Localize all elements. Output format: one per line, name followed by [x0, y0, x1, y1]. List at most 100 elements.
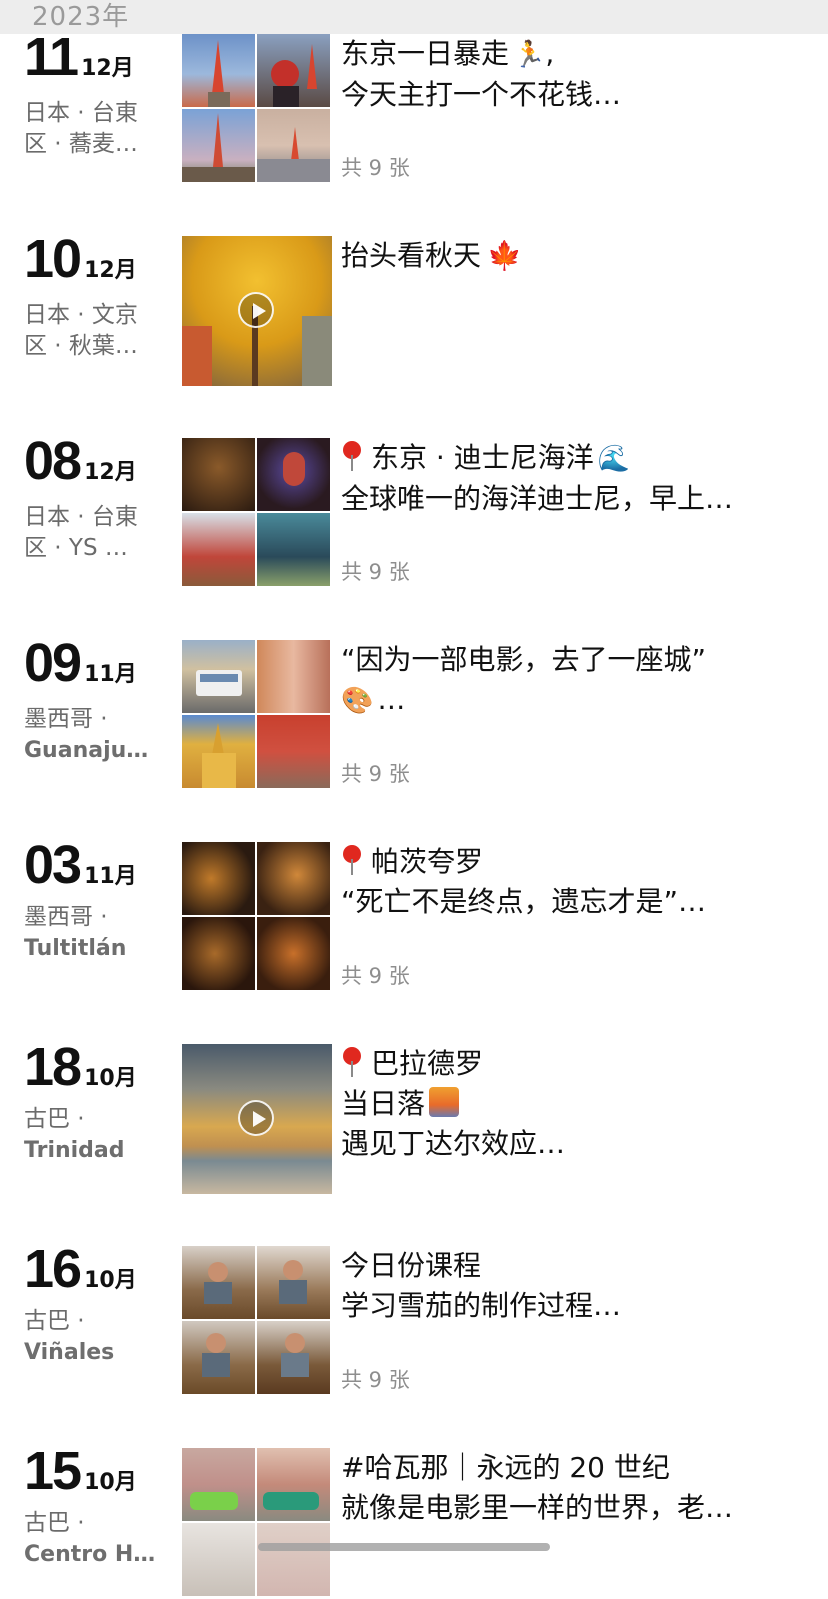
photo-thumbnail[interactable]: [257, 1523, 330, 1596]
year-label: 2023年: [32, 2, 130, 32]
location-line-2: 区 · YS …: [24, 535, 128, 561]
photo-grid[interactable]: [182, 1246, 332, 1396]
caption-line-1: 帕茨夸罗: [371, 845, 484, 878]
location-line-2: Centro H…: [24, 1542, 156, 1567]
caption-line-1: 巴拉德罗: [371, 1047, 484, 1080]
location-line-1: 古巴 ·: [24, 1106, 85, 1132]
location-line-1: 古巴 ·: [24, 1308, 85, 1334]
photo-thumbnail[interactable]: [182, 640, 255, 713]
photo-thumbnail[interactable]: [257, 109, 330, 182]
video-thumbnail[interactable]: [182, 1044, 332, 1194]
post-location: 墨西哥 · Tultitlán: [24, 902, 164, 964]
photo-thumbnail[interactable]: [257, 640, 330, 713]
location-line-2: Viñales: [24, 1340, 115, 1365]
year-header: 2023年: [0, 0, 828, 34]
location-line-2: Tultitlán: [24, 936, 127, 961]
post-location: 古巴 · Viñales: [24, 1306, 164, 1368]
photo-grid[interactable]: [182, 1448, 332, 1599]
post-caption: 东京 · 迪士尼海洋 🌊 全球唯一的海洋迪士尼，早上…: [341, 438, 801, 519]
photo-grid[interactable]: [182, 640, 332, 790]
location-pin-icon: [341, 441, 363, 471]
moment-post[interactable]: 18 10月 古巴 · Trinidad 巴拉德罗 当日落 遇见丁达尔效应…: [0, 1037, 828, 1194]
location-line-2: Guanaju…: [24, 738, 149, 763]
post-month: 10月: [84, 1470, 137, 1495]
photo-thumbnail[interactable]: [182, 715, 255, 788]
photo-thumbnail[interactable]: [257, 1246, 330, 1319]
photo-grid[interactable]: [182, 34, 332, 184]
photo-thumbnail[interactable]: [257, 917, 330, 990]
photo-grid[interactable]: [182, 438, 332, 588]
horizontal-scrollbar[interactable]: [258, 1543, 550, 1551]
post-caption: 巴拉德罗 当日落 遇见丁达尔效应…: [341, 1044, 801, 1164]
post-date: 18 10月: [24, 1036, 137, 1098]
caption-line-2: …: [377, 683, 406, 716]
post-month: 12月: [84, 258, 137, 283]
photo-thumbnail[interactable]: [257, 513, 330, 586]
location-line-1: 日本 · 台東: [24, 504, 138, 530]
post-date: 03 11月: [24, 834, 137, 896]
photo-thumbnail[interactable]: [182, 109, 255, 182]
photo-thumbnail[interactable]: [257, 1448, 330, 1521]
moment-post[interactable]: 16 10月 古巴 · Viñales 今日份课程 学习雪茄的制作过程… 共 9 …: [0, 1239, 828, 1396]
post-day: 03: [24, 835, 82, 895]
photo-thumbnail[interactable]: [257, 842, 330, 915]
photo-thumbnail[interactable]: [182, 1321, 255, 1394]
location-line-2: Trinidad: [24, 1138, 125, 1163]
location-pin-icon: [341, 845, 363, 875]
maple-leaf-icon: 🍁: [487, 239, 522, 272]
wave-icon: 🌊: [597, 444, 631, 474]
photo-thumbnail[interactable]: [257, 438, 330, 511]
moment-post[interactable]: 08 12月 日本 · 台東 区 · YS … 东京 · 迪士尼海洋 🌊 全球唯一的…: [0, 431, 828, 588]
photo-thumbnail[interactable]: [257, 715, 330, 788]
post-day: 16: [24, 1239, 82, 1299]
post-month: 11月: [84, 864, 137, 889]
post-day: 09: [24, 633, 82, 693]
moment-post[interactable]: 10 12月 日本 · 文京 区 · 秋葉… 抬头看秋天 🍁: [0, 229, 828, 386]
runner-emoji-icon: 🏃: [513, 40, 546, 70]
video-thumbnail[interactable]: [182, 236, 332, 386]
photo-thumbnail[interactable]: [182, 842, 255, 915]
post-location: 日本 · 台東 区 · YS …: [24, 502, 164, 564]
post-caption: #哈瓦那｜永远的 20 世纪 就像是电影里一样的世界，老…: [341, 1448, 801, 1528]
photo-thumbnail[interactable]: [182, 1448, 255, 1521]
post-location: 日本 · 文京 区 · 秋葉…: [24, 300, 164, 362]
photo-count: 共 9 张: [341, 1368, 410, 1392]
caption-line-2: 学习雪茄的制作过程…: [341, 1289, 622, 1322]
moment-post[interactable]: 09 11月 墨西哥 · Guanaju… “因为一部电影，去了一座城” 🎨… 共…: [0, 633, 828, 790]
location-line-1: 日本 · 文京: [24, 302, 138, 328]
post-day: 11: [24, 27, 79, 87]
post-month: 10月: [84, 1066, 137, 1091]
photo-thumbnail[interactable]: [182, 513, 255, 586]
post-date: 11 12月: [24, 26, 134, 88]
sunset-icon: [429, 1087, 460, 1117]
location-pin-icon: [341, 1047, 363, 1077]
photo-thumbnail[interactable]: [182, 1523, 255, 1596]
moment-post[interactable]: 15 10月 古巴 · Centro H… #哈瓦那｜永远的 20 世纪 就像是电…: [0, 1441, 828, 1599]
photo-thumbnail[interactable]: [182, 917, 255, 990]
moment-post[interactable]: 03 11月 墨西哥 · Tultitlán 帕茨夸罗 “死亡不是终点，遗忘才是”…: [0, 835, 828, 992]
post-month: 10月: [84, 1268, 137, 1293]
play-icon[interactable]: [238, 1100, 274, 1136]
play-icon[interactable]: [238, 292, 274, 328]
photo-thumbnail[interactable]: [182, 438, 255, 511]
caption-line-1: “因为一部电影，去了一座城”: [341, 643, 707, 676]
post-day: 15: [24, 1441, 82, 1501]
location-line-2: 区 · 蕎麦…: [24, 131, 138, 157]
photo-thumbnail[interactable]: [257, 1321, 330, 1394]
post-day: 18: [24, 1037, 82, 1097]
moment-post[interactable]: 11 12月 日本 · 台東 区 · 蕎麦… 东京一日暴走 🏃, 今天主打一个不花钱…: [0, 27, 828, 184]
post-caption: “因为一部电影，去了一座城” 🎨…: [341, 640, 801, 721]
photo-thumbnail[interactable]: [257, 34, 330, 107]
post-date: 08 12月: [24, 430, 137, 492]
photo-thumbnail[interactable]: [182, 34, 255, 107]
location-line-1: 墨西哥 ·: [24, 904, 108, 930]
photo-thumbnail[interactable]: [182, 1246, 255, 1319]
photo-grid[interactable]: [182, 842, 332, 992]
post-location: 古巴 · Trinidad: [24, 1104, 164, 1166]
post-date: 15 10月: [24, 1440, 137, 1502]
post-date: 10 12月: [24, 228, 137, 290]
post-month: 12月: [81, 56, 134, 81]
post-month: 12月: [84, 460, 137, 485]
post-location: 墨西哥 · Guanaju…: [24, 704, 164, 766]
post-date: 09 11月: [24, 632, 137, 694]
